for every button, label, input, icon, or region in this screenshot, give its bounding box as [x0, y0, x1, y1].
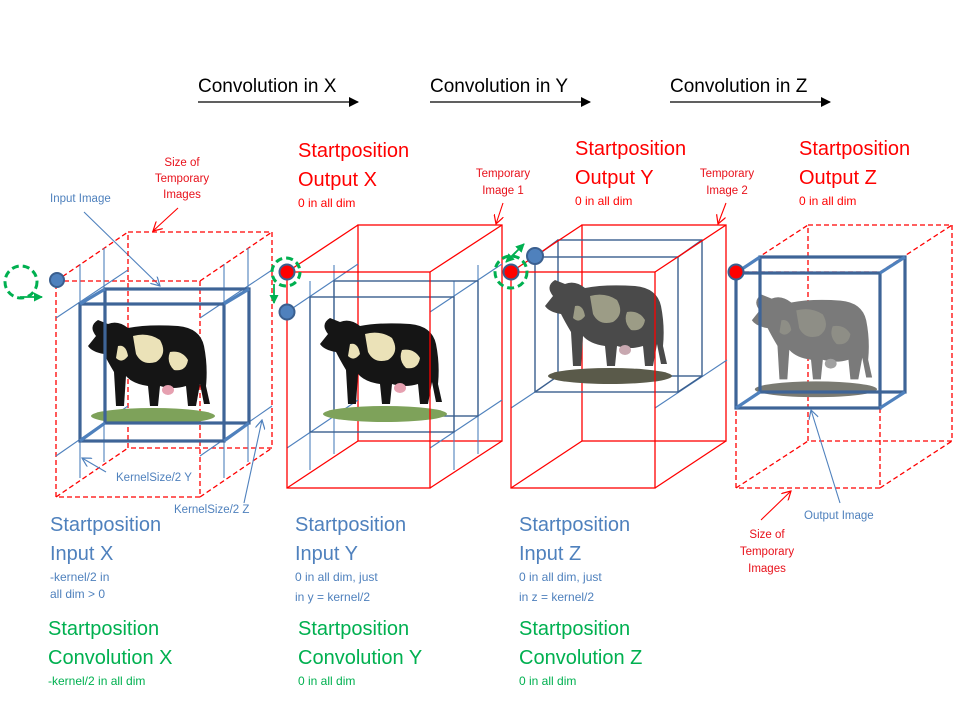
- output-position-z: Startposition Output Z 0 in all dim: [799, 138, 910, 208]
- convolution-start-marker: [3, 264, 39, 300]
- label-line2: Input X: [50, 543, 113, 565]
- label-line: Images: [748, 563, 786, 575]
- input-position-z: Startposition Input Z 0 in all dim, just…: [519, 514, 630, 604]
- label-line1: Startposition: [519, 618, 630, 640]
- output-start-marker: [727, 263, 745, 281]
- step-convolution-z: Convolution in Z: [670, 76, 831, 107]
- step-convolution-y: Convolution in Y: [430, 76, 591, 107]
- label-line1: Startposition: [295, 514, 406, 536]
- label-note: 0 in all dim: [298, 196, 355, 210]
- temp-image-1-pointer: [496, 202, 503, 224]
- label-line: Temporary: [476, 168, 531, 180]
- size-temp-label-top: Size of Temporary Images: [155, 157, 210, 201]
- label-note: 0 in all dim: [799, 194, 856, 208]
- convolution-position-y: Startposition Convolution Y 0 in all dim: [298, 618, 422, 688]
- label-note: -kernel/2 in all dim: [48, 674, 145, 688]
- label-line1: Startposition: [799, 138, 910, 160]
- input-image-label: Input Image: [50, 193, 111, 205]
- input-start-marker: [526, 247, 544, 265]
- label-note: 0 in all dim, just: [519, 570, 602, 584]
- step-label: Convolution in Y: [430, 76, 568, 97]
- label-line: Size of: [164, 157, 200, 169]
- output-start-marker: [502, 263, 520, 281]
- label-note: 0 in all dim: [519, 674, 576, 688]
- cube-output-image: [734, 224, 953, 489]
- cube-input-image: [55, 231, 273, 498]
- label-line: Image 2: [706, 185, 748, 197]
- kernel-size-y-label: KernelSize/2 Y: [116, 472, 192, 484]
- kernel-size-z-label: KernelSize/2 Z: [174, 504, 249, 516]
- label-line2: Output Z: [799, 167, 877, 189]
- cube-temporary-image-1: [286, 224, 503, 489]
- label-line: Temporary: [740, 546, 795, 558]
- input-start-marker: [49, 272, 65, 288]
- temporary-image-2-label: Temporary Image 2: [700, 168, 755, 197]
- output-image-label: Output Image: [804, 510, 874, 522]
- label-note: -kernel/2 in: [50, 570, 109, 584]
- size-temp-pointer: [760, 491, 791, 521]
- cube-temporary-image-2: [510, 224, 728, 489]
- temp-image-2-pointer: [718, 202, 727, 224]
- label-note: 0 in all dim: [575, 194, 632, 208]
- label-line2: Output X: [298, 169, 377, 191]
- convolution-position-x: Startposition Convolution X -kernel/2 in…: [48, 618, 173, 688]
- label-line1: Startposition: [575, 138, 686, 160]
- label-line: Image 1: [482, 185, 524, 197]
- label-line2: Convolution X: [48, 647, 173, 669]
- input-position-y: Startposition Input Y 0 in all dim, just…: [295, 514, 406, 604]
- label-note: all dim > 0: [50, 587, 105, 601]
- input-start-marker: [278, 303, 296, 321]
- label-line1: Startposition: [519, 514, 630, 536]
- output-start-marker: [278, 263, 296, 281]
- convolution-diagram: Convolution in X Convolution in Y Convol…: [3, 76, 953, 688]
- label-line1: Startposition: [50, 514, 161, 536]
- convolution-position-z: Startposition Convolution Z 0 in all dim: [519, 618, 642, 688]
- label-line1: Startposition: [298, 140, 409, 162]
- label-note: in z = kernel/2: [519, 590, 594, 604]
- label-line: Temporary: [155, 173, 210, 185]
- kernel-z-pointer: [243, 420, 262, 504]
- step-label: Convolution in Z: [670, 76, 808, 97]
- label-line1: Startposition: [298, 618, 409, 640]
- label-line: Temporary: [700, 168, 755, 180]
- label-line: Images: [163, 189, 201, 201]
- output-position-x: Startposition Output X 0 in all dim: [298, 140, 409, 210]
- label-note: 0 in all dim: [298, 674, 355, 688]
- label-line2: Output Y: [575, 167, 654, 189]
- label-line2: Convolution Y: [298, 647, 422, 669]
- label-line2: Convolution Z: [519, 647, 642, 669]
- label-line1: Startposition: [48, 618, 159, 640]
- size-temp-pointer: [153, 207, 179, 231]
- step-convolution-x: Convolution in X: [198, 76, 359, 107]
- output-image-pointer: [811, 410, 841, 504]
- temporary-image-1-label: Temporary Image 1: [476, 168, 531, 197]
- label-note: 0 in all dim, just: [295, 570, 378, 584]
- label-line2: Input Z: [519, 543, 581, 565]
- input-position-x: Startposition Input X -kernel/2 in all d…: [50, 514, 161, 601]
- label-line2: Input Y: [295, 543, 358, 565]
- label-note: in y = kernel/2: [295, 590, 370, 604]
- input-image-pointer: [83, 211, 160, 286]
- step-label: Convolution in X: [198, 76, 337, 97]
- size-temp-label-bottom: Size of Temporary Images: [740, 529, 795, 575]
- output-position-y: Startposition Output Y 0 in all dim: [575, 138, 686, 208]
- label-line: Size of: [749, 529, 785, 541]
